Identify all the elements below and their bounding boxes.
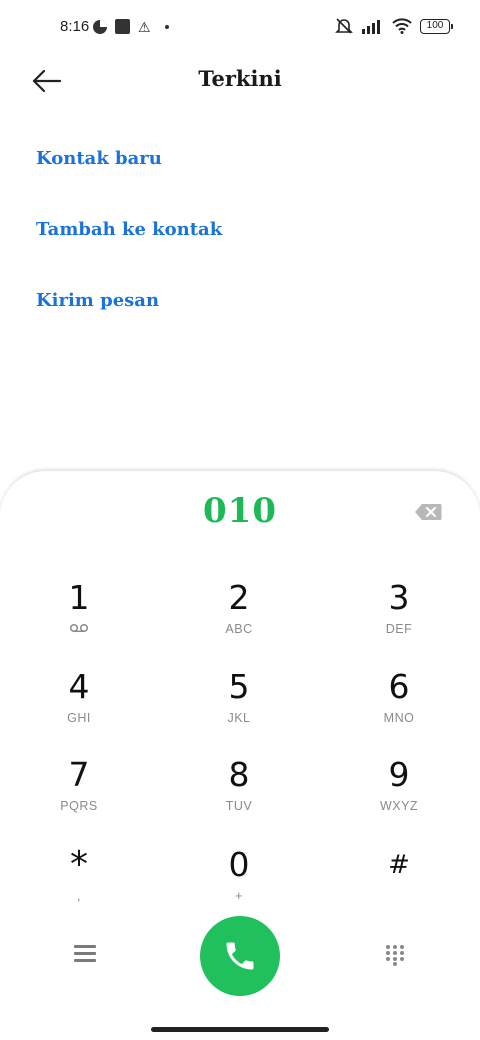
key-letters: ABC [225, 622, 253, 636]
key-3[interactable]: 3 DEF [339, 579, 459, 651]
status-left-icons: ⚠ [93, 19, 169, 34]
key-2[interactable]: 2 ABC [179, 579, 299, 651]
key-8[interactable]: 8 TUV [179, 756, 299, 828]
key-7[interactable]: 7 PQRS [19, 756, 139, 828]
call-button[interactable] [200, 916, 280, 996]
data-saver-icon [93, 19, 107, 34]
warning-icon: ⚠ [138, 18, 151, 35]
signal-icon [362, 20, 380, 34]
status-bar: 8:16 ⚠ 100 [0, 0, 480, 56]
key-digit: 5 [228, 667, 250, 706]
home-indicator[interactable] [151, 1027, 329, 1032]
phone-icon [226, 942, 254, 970]
keypad-toggle-button[interactable] [385, 944, 405, 966]
key-letters: WXYZ [379, 799, 419, 813]
battery-icon: 100 [420, 18, 453, 34]
status-right-icons: 100 [334, 17, 453, 35]
dialpad-icon [386, 945, 404, 966]
key-digit: 7 [68, 755, 90, 794]
key-9[interactable]: 9 WXYZ [339, 756, 459, 828]
key-digit: * [70, 844, 88, 885]
key-letters: PQRS [60, 799, 98, 813]
key-4[interactable]: 4 GHI [19, 668, 139, 740]
key-letters: + [235, 889, 243, 903]
key-1[interactable]: 1 [19, 579, 139, 651]
key-digit: 4 [68, 667, 90, 706]
key-letters: DEF [385, 622, 413, 636]
key-5[interactable]: 5 JKL [179, 668, 299, 740]
key-0[interactable]: 0 + [179, 846, 299, 918]
menu-icon [74, 945, 96, 962]
add-to-contact-link[interactable]: Tambah ke kontak [36, 219, 222, 240]
backspace-button[interactable] [414, 503, 442, 521]
dot-icon [164, 24, 169, 29]
key-digit: 6 [388, 667, 410, 706]
key-letters: , [77, 889, 81, 903]
key-6[interactable]: 6 MNO [339, 668, 459, 740]
new-contact-link[interactable]: Kontak baru [36, 148, 162, 169]
square-notification-icon [115, 19, 130, 34]
send-message-link[interactable]: Kirim pesan [36, 290, 159, 311]
backspace-icon [415, 504, 442, 520]
key-digit: 9 [388, 755, 410, 794]
wifi-icon [392, 18, 412, 34]
key-letters: GHI [67, 711, 91, 725]
dialer-panel: 010 1 2 ABC 3 DEF 4 GHI 5 JKL 6 MNO 7 PQ… [0, 470, 480, 1040]
status-time: 8:16 [60, 18, 90, 35]
menu-button[interactable] [74, 945, 96, 963]
header: Terkini [0, 56, 480, 106]
key-digit: 3 [388, 578, 410, 617]
key-digit: 8 [228, 755, 250, 794]
key-star[interactable]: * , [19, 846, 139, 918]
key-hash[interactable]: # [339, 846, 459, 918]
dialed-number[interactable]: 010 [0, 491, 480, 531]
key-letters: TUV [225, 799, 253, 813]
voicemail-icon [69, 623, 89, 633]
key-letters: MNO [383, 711, 415, 725]
key-digit: 2 [228, 578, 250, 617]
key-digit: # [388, 850, 410, 880]
page-title: Terkini [198, 66, 282, 91]
muted-bell-icon [335, 18, 353, 34]
key-digit: 0 [228, 845, 250, 884]
key-letters: JKL [227, 711, 251, 725]
key-digit: 1 [68, 578, 90, 617]
